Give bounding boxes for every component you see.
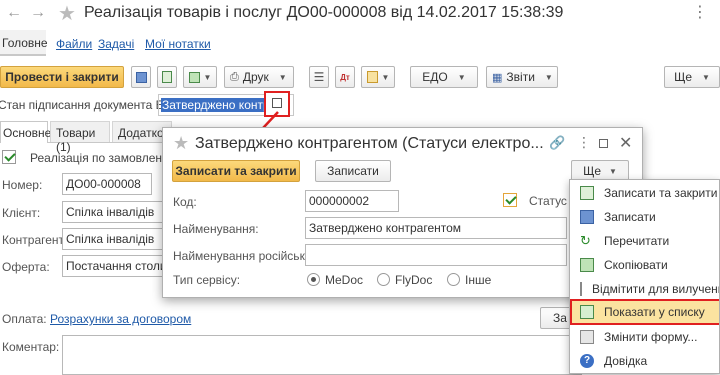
by-order-label: Реалізація по замовленню [30, 151, 178, 165]
floppy-icon [135, 71, 147, 83]
link-icon[interactable]: 🔗 [549, 135, 565, 151]
number-field[interactable]: ДО00-000008 [62, 173, 152, 195]
payment-label: Оплата: [2, 312, 47, 326]
copy-icon [580, 258, 594, 272]
refresh-icon: ↻ [580, 233, 591, 248]
post-document-icon [162, 71, 172, 83]
doc-tab-goods[interactable]: Товари (1) [50, 121, 110, 154]
service-other-label: Інше [465, 273, 492, 287]
nav-tab-main[interactable]: Головне [0, 30, 48, 56]
edo-button[interactable]: ЕДО ▼ [410, 66, 478, 88]
document-yellow-icon [366, 71, 378, 83]
comment-label: Коментар: [2, 340, 60, 354]
delete-mark-icon [580, 282, 582, 296]
post-and-close-button[interactable]: Провести і закрити [0, 66, 124, 88]
floppy-icon [580, 210, 594, 224]
chevron-down-icon: ▼ [278, 72, 287, 82]
comment-field[interactable] [62, 335, 582, 375]
structure-icon-button[interactable]: ☰ [309, 66, 329, 88]
debit-credit-icon: Дт [340, 72, 350, 82]
chevron-down-icon: ▼ [381, 72, 390, 82]
service-flydoc-radio[interactable] [377, 273, 390, 286]
more-button[interactable]: Ще ▼ [664, 66, 720, 88]
reports-icon: ▦ [492, 71, 503, 84]
copy-icon [188, 71, 200, 83]
post-icon-button[interactable] [157, 66, 177, 88]
open-window-icon [272, 98, 282, 108]
menu-item-save-close[interactable]: Записати та закрити [570, 180, 719, 206]
related-docs-button[interactable]: ▼ [361, 66, 395, 88]
name-field[interactable]: Затверджено контрагентом [305, 217, 567, 239]
service-flydoc-label: FlyDoc [395, 273, 433, 287]
offer-field[interactable]: Постачання столиків [62, 255, 164, 277]
client-label: Клієнт: [2, 206, 41, 220]
name-ru-label: Найменування російською: [173, 249, 324, 263]
menu-item-show-in-list[interactable]: Показати у списку [570, 299, 719, 325]
service-medoc-label: MeDoc [325, 273, 364, 287]
more-dropdown-menu: Записати та закрити Записати ↻ Перечитат… [569, 179, 720, 374]
counterparty-field[interactable]: Спілка інвалідів [62, 228, 164, 250]
service-medoc-radio[interactable] [307, 273, 320, 286]
help-icon: ? [580, 354, 594, 368]
offer-label: Оферта: [2, 260, 50, 274]
chevron-down-icon: ▼ [457, 72, 466, 82]
client-field[interactable]: Спілка інвалідів [62, 201, 164, 223]
dialog-more-icon[interactable]: ⋮ [577, 134, 591, 151]
chevron-down-icon: ▼ [203, 72, 212, 82]
copy-icon-button[interactable]: ▼ [183, 66, 217, 88]
status-checkbox[interactable] [503, 193, 517, 207]
title-bar: ← → ★ Реалізація товарів і послуг ДО00-0… [0, 0, 720, 28]
nav-bar: Головне Файли Задачі Мої нотатки [0, 30, 720, 56]
chevron-down-icon: ▼ [702, 72, 710, 82]
list-icon: ☰ [313, 70, 325, 84]
doc-tabs: Основне Товари (1) Додатков [0, 121, 172, 154]
dialog-save-button[interactable]: Записати [315, 160, 391, 182]
doc-tab-main[interactable]: Основне [0, 121, 51, 143]
back-arrow-icon[interactable]: ← [6, 4, 22, 22]
edo-state-label: Стан підписання документа ЕДО: [0, 98, 185, 112]
menu-item-copy[interactable]: Скопіювати [570, 252, 719, 278]
print-button[interactable]: ⎙ Друк ▼ [224, 66, 294, 88]
payment-link[interactable]: Розрахунки за договором [50, 312, 191, 326]
window-more-icon[interactable]: ⋮ [692, 2, 708, 22]
show-in-list-icon [580, 305, 594, 319]
menu-item-reread[interactable]: ↻ Перечитати [570, 228, 719, 254]
save-icon-button[interactable] [131, 66, 151, 88]
code-label: Код: [173, 195, 197, 209]
menu-item-help[interactable]: ? Довідка [570, 348, 719, 373]
menu-item-change-form[interactable]: Змінити форму... [570, 324, 719, 350]
number-label: Номер: [2, 178, 43, 192]
close-icon[interactable]: ✕ [619, 133, 632, 153]
printer-icon: ⎙ [230, 70, 239, 83]
favorite-star-icon[interactable]: ★ [58, 1, 76, 26]
dialog-title: Затверджено контрагентом (Статуси електр… [195, 135, 544, 152]
save-close-icon [580, 186, 594, 200]
name-label: Найменування: [173, 222, 259, 236]
reports-button[interactable]: ▦ Звіти ▼ [486, 66, 558, 88]
counterparty-label: Контрагент: [2, 233, 68, 247]
name-ru-field[interactable] [305, 244, 567, 266]
dialog-save-close-button[interactable]: Записати та закрити [172, 160, 300, 182]
code-field[interactable]: 000000002 [305, 190, 399, 212]
dt-kt-icon-button[interactable]: Дт [335, 66, 355, 88]
favorite-star-icon[interactable]: ★ [173, 133, 189, 154]
service-type-label: Тип сервісу: [173, 273, 241, 287]
window-title: Реалізація товарів і послуг ДО00-000008 … [84, 4, 564, 21]
by-order-checkbox[interactable] [2, 150, 16, 164]
maximize-icon[interactable] [599, 139, 608, 148]
chevron-down-icon: ▼ [544, 72, 553, 82]
forward-arrow-icon[interactable]: → [30, 4, 46, 22]
form-settings-icon [580, 330, 594, 344]
nav-tab-tasks[interactable]: Задачі [98, 37, 134, 51]
nav-tab-notes[interactable]: Мої нотатки [145, 37, 211, 51]
service-other-radio[interactable] [447, 273, 460, 286]
nav-tab-files[interactable]: Файли [56, 37, 92, 51]
menu-item-save[interactable]: Записати [570, 204, 719, 230]
chevron-down-icon: ▼ [609, 166, 617, 176]
